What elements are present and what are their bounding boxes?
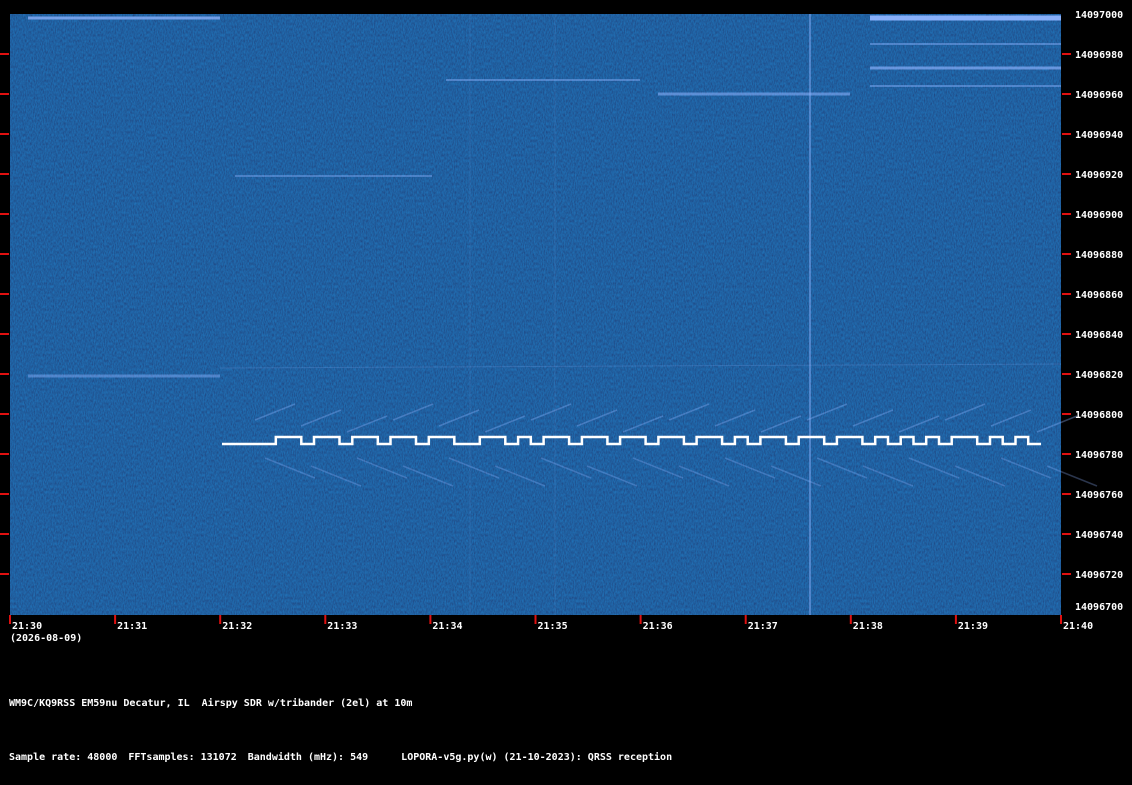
time-label: 21:38 <box>853 621 883 632</box>
waterfall-plot-area <box>10 14 1061 615</box>
time-label: 21:34 <box>432 621 462 632</box>
freq-label: 14096900 <box>1075 210 1123 221</box>
freq-label: 14096760 <box>1075 490 1123 501</box>
freq-label: 14096920 <box>1075 170 1123 181</box>
freq-label: 14096780 <box>1075 450 1123 461</box>
params-row: Sample rate: 48000 FFTsamples: 131072 Band… <box>9 749 672 767</box>
freq-label: 14096860 <box>1075 290 1123 301</box>
freq-label: 14096940 <box>1075 130 1123 141</box>
freq-label: 14096740 <box>1075 530 1123 541</box>
time-label: 21:40 <box>1063 621 1093 632</box>
spectrogram-display: 14097000 14096980 14096960 14096940 14096920… <box>0 0 1132 697</box>
time-label: 21:32 <box>222 621 252 632</box>
info-footer: WM9C/KQ9RSS EM59nu Decatur, IL Airspy SD… <box>9 659 672 785</box>
time-label: 21:35 <box>538 621 568 632</box>
date-label: (2026-08-09) <box>10 633 82 644</box>
fft-samples: FFTsamples: 131072 <box>128 752 237 763</box>
freq-label: 14097000 <box>1075 10 1123 21</box>
freq-label: 14096960 <box>1075 90 1123 101</box>
freq-label: 14096800 <box>1075 410 1123 421</box>
time-label: 21:31 <box>117 621 147 632</box>
freq-label: 14096820 <box>1075 370 1123 381</box>
freq-label: 14096980 <box>1075 50 1123 61</box>
freq-label: 14096840 <box>1075 330 1123 341</box>
time-label: 21:33 <box>327 621 357 632</box>
time-label: 21:37 <box>748 621 778 632</box>
time-label: 21:36 <box>643 621 673 632</box>
freq-label: 14096720 <box>1075 570 1123 581</box>
time-label: 21:30 <box>12 621 42 632</box>
time-label: 21:39 <box>958 621 988 632</box>
sample-rate: Sample rate: 48000 <box>9 752 118 763</box>
bandwidth: Bandwidth (mHz): 549 <box>247 752 369 763</box>
freq-label: 14096880 <box>1075 250 1123 261</box>
station-info: WM9C/KQ9RSS EM59nu Decatur, IL Airspy SD… <box>9 698 413 709</box>
freq-label: 14096700 <box>1075 602 1123 613</box>
software-version: LOPORA-v5g.py(w) (21-10-2023): QRSS rece… <box>401 752 673 763</box>
